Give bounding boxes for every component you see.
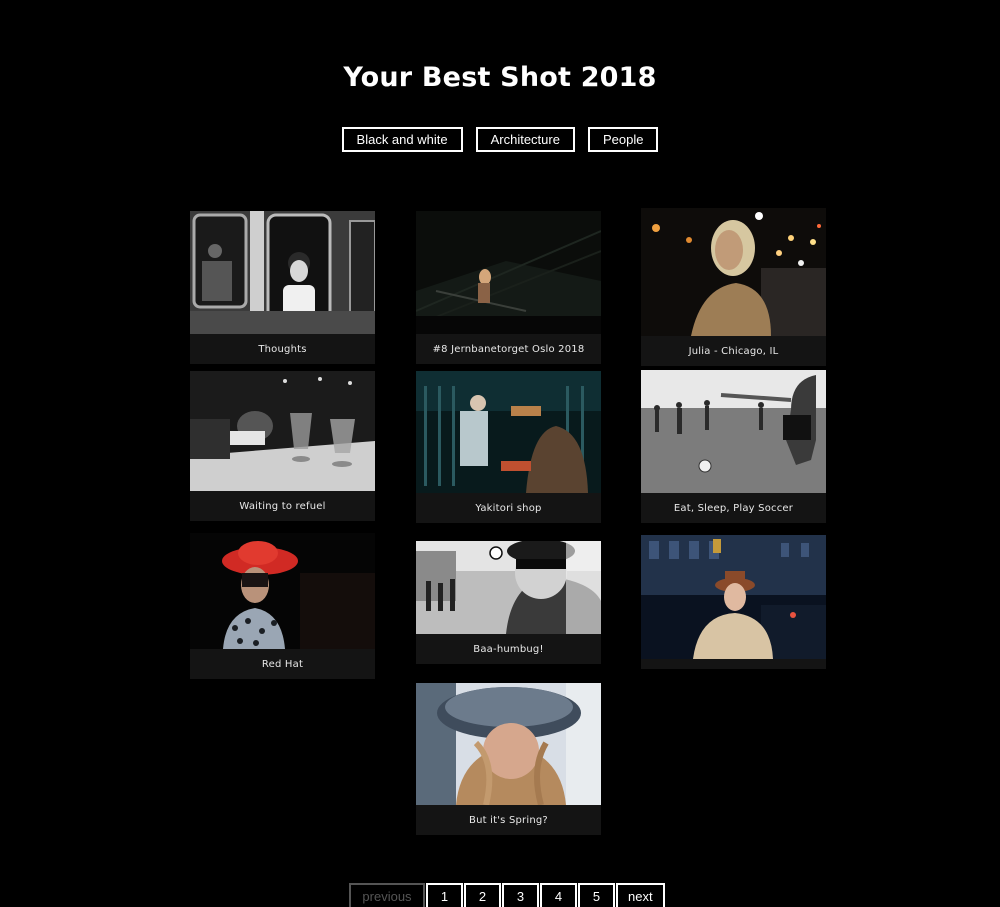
photo-spring-image[interactable] [416, 683, 601, 805]
photo-man-in-hat-image[interactable] [641, 535, 826, 659]
page-1-button[interactable]: 1 [426, 883, 463, 907]
photo-waiting-image[interactable] [190, 371, 375, 491]
photo-card[interactable]: Red Hat [190, 533, 375, 679]
photo-caption [641, 659, 826, 669]
photo-card[interactable]: Thoughts [190, 211, 375, 364]
filter-people-button[interactable]: People [587, 127, 659, 152]
photo-card[interactable]: Baa-humbug! [416, 541, 601, 664]
photo-yakitori-image[interactable] [416, 371, 601, 493]
photo-card[interactable] [641, 535, 826, 669]
photo-card[interactable]: Waiting to refuel [190, 371, 375, 521]
filter-bar: Black and white Architecture People [0, 127, 1000, 152]
photo-baa-humbug-image[interactable] [416, 541, 601, 634]
photo-oslo-image[interactable] [416, 211, 601, 334]
photo-card[interactable]: Eat, Sleep, Play Soccer [641, 370, 826, 523]
photo-thoughts-image[interactable] [190, 211, 375, 334]
page-2-button[interactable]: 2 [464, 883, 501, 907]
photo-card[interactable]: But it's Spring? [416, 683, 601, 835]
photo-card[interactable]: Julia - Chicago, IL [641, 208, 826, 366]
filter-architecture-button[interactable]: Architecture [475, 127, 575, 152]
next-page-button[interactable]: next [616, 883, 665, 907]
photo-caption: Red Hat [261, 658, 304, 670]
pagination: previous 1 2 3 4 5 next [349, 883, 665, 907]
filter-black-and-white-button[interactable]: Black and white [341, 127, 463, 152]
photo-card[interactable]: #8 Jernbanetorget Oslo 2018 [416, 211, 601, 364]
previous-page-button[interactable]: previous [349, 883, 425, 907]
page-title: Your Best Shot 2018 [343, 62, 657, 93]
page-4-button[interactable]: 4 [540, 883, 577, 907]
photo-caption: Julia - Chicago, IL [688, 345, 779, 357]
page-3-button[interactable]: 3 [502, 883, 539, 907]
photo-caption: Eat, Sleep, Play Soccer [673, 502, 794, 514]
photo-caption: But it's Spring? [469, 814, 548, 826]
photo-red-hat-image[interactable] [190, 533, 375, 649]
photo-caption: Baa-humbug! [473, 643, 544, 655]
photo-caption: Thoughts [258, 343, 307, 355]
photo-julia-image[interactable] [641, 208, 826, 336]
photo-soccer-image[interactable] [641, 370, 826, 493]
photo-caption: Yakitori shop [475, 502, 542, 514]
photo-card[interactable]: Yakitori shop [416, 371, 601, 523]
photo-caption: #8 Jernbanetorget Oslo 2018 [432, 343, 585, 355]
page-5-button[interactable]: 5 [578, 883, 615, 907]
photo-caption: Waiting to refuel [239, 500, 326, 512]
